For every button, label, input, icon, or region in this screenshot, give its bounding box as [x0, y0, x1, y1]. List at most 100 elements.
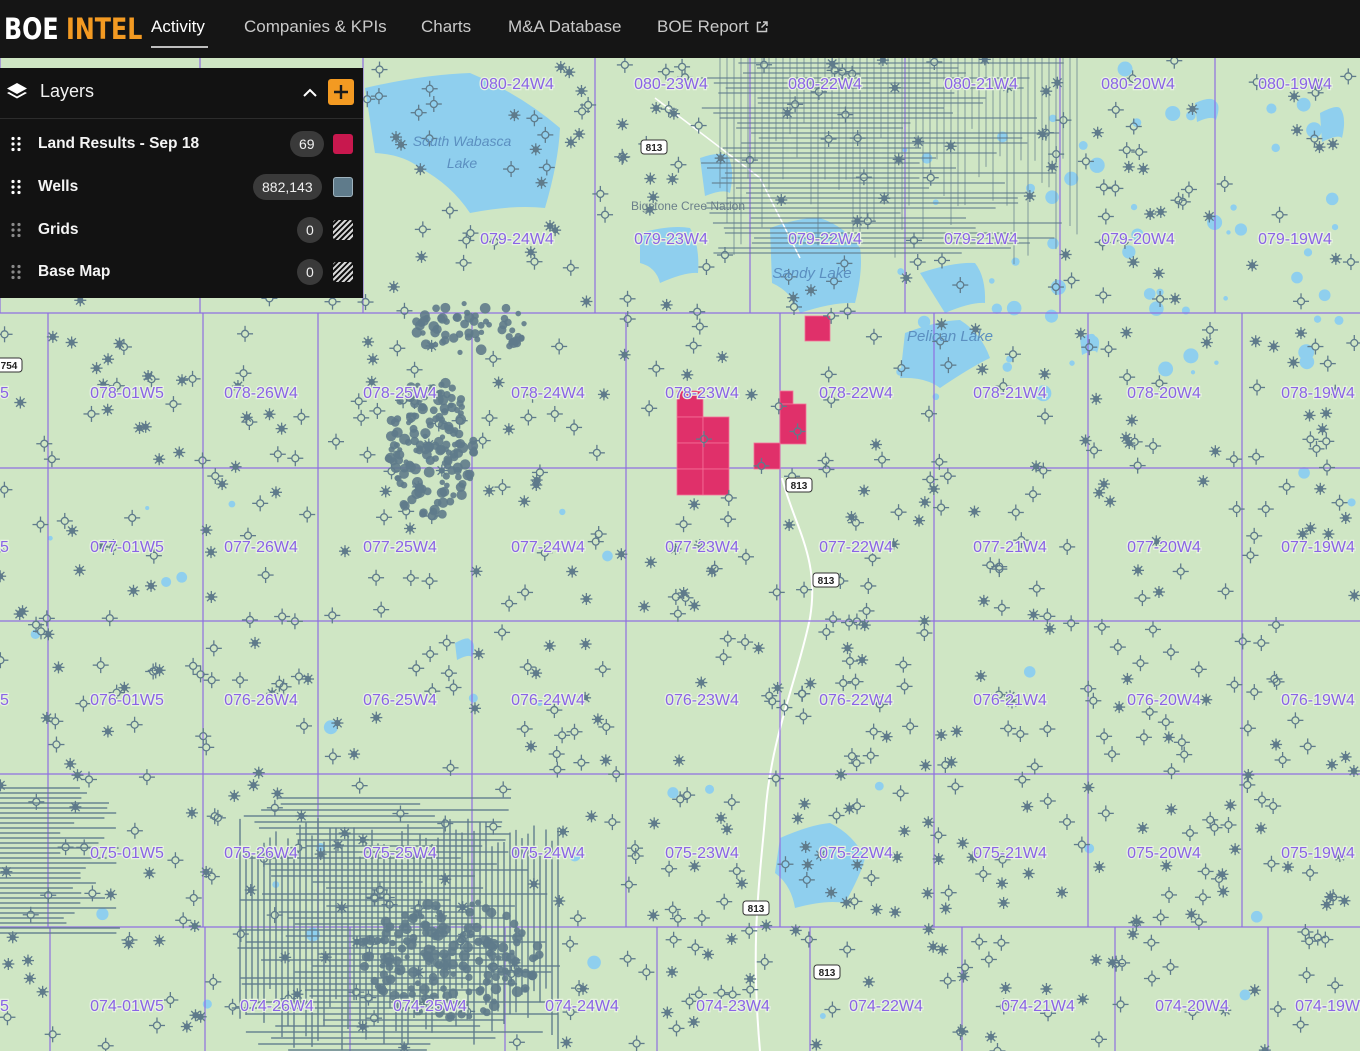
well-dot — [1322, 410, 1330, 417]
well-dot — [651, 820, 658, 827]
well-dot — [1212, 448, 1219, 455]
gas-well-icon — [745, 388, 758, 401]
well-dot — [728, 935, 735, 943]
well-dot — [69, 527, 76, 534]
gas-well-icon — [976, 363, 989, 376]
well-dot — [473, 568, 480, 575]
well-dot — [794, 815, 801, 822]
well-dot — [207, 548, 215, 556]
gas-well-icon — [1121, 672, 1134, 685]
gas-well-icon — [1303, 409, 1316, 422]
gas-well-icon — [845, 510, 858, 523]
well-dot — [980, 597, 988, 605]
well-dot — [1316, 143, 1323, 151]
well-dot — [675, 757, 683, 764]
land-result-parcel[interactable] — [779, 390, 794, 405]
well-dot — [5, 960, 12, 968]
well-dot — [1328, 761, 1336, 768]
gas-well-icon — [1313, 141, 1326, 154]
gas-well-icon — [139, 420, 152, 433]
gas-well-icon — [66, 524, 79, 537]
pond — [1271, 143, 1280, 153]
pond — [667, 787, 679, 799]
pond — [1266, 103, 1277, 114]
well-dot — [373, 714, 380, 721]
land-result-parcel[interactable] — [702, 442, 730, 470]
well-dot — [104, 728, 112, 735]
gas-well-icon — [1270, 738, 1283, 751]
land-result-parcel[interactable] — [676, 468, 704, 496]
gas-well-icon — [616, 118, 629, 131]
pond — [1002, 362, 1013, 372]
gas-well-icon — [1152, 585, 1165, 598]
well-dot — [1046, 625, 1054, 632]
well-dot — [156, 667, 163, 674]
well-dot — [546, 642, 553, 650]
gas-well-icon — [249, 636, 262, 649]
gas-well-icon — [1338, 894, 1351, 907]
well-dot — [231, 792, 238, 800]
well-dot — [418, 253, 425, 260]
pond — [1165, 105, 1181, 122]
gas-well-icon — [1249, 335, 1262, 348]
gas-well-icon — [950, 725, 963, 738]
pond — [874, 781, 884, 791]
well-dot — [1245, 771, 1252, 779]
gas-well-icon — [379, 485, 392, 498]
land-result-parcel[interactable] — [804, 315, 831, 342]
well-dot — [1093, 395, 1100, 403]
well-dot — [1100, 480, 1108, 488]
gas-well-icon — [356, 1020, 369, 1033]
pond — [1318, 289, 1331, 302]
well-dot — [533, 481, 540, 489]
gas-well-icon — [1023, 190, 1036, 203]
well-dot — [274, 790, 281, 797]
gas-well-icon — [650, 102, 663, 115]
well-dot — [156, 456, 163, 463]
well-dot — [1272, 741, 1280, 748]
gas-well-icon — [566, 565, 579, 578]
well-dot — [567, 139, 575, 146]
well-dot — [755, 645, 762, 652]
well-dot — [532, 669, 540, 677]
gas-well-icon — [23, 972, 36, 985]
well-dot — [1350, 767, 1358, 775]
gas-well-icon — [1185, 908, 1198, 921]
well-dot — [191, 922, 198, 930]
gas-well-icon — [390, 131, 403, 144]
well-dot — [653, 104, 660, 112]
gas-well-icon — [173, 446, 186, 459]
gas-well-icon — [1246, 259, 1259, 272]
well-dot — [1030, 611, 1037, 618]
gas-well-icon — [787, 291, 800, 304]
well-dot — [1200, 478, 1207, 485]
gas-well-icon — [760, 919, 773, 932]
land-result-parcel[interactable] — [676, 442, 704, 470]
gas-well-icon — [1036, 128, 1049, 141]
well-dot — [251, 639, 259, 647]
gas-well-icon — [799, 840, 812, 853]
well-dot — [922, 762, 929, 769]
well-dot — [43, 714, 50, 722]
well-dot — [848, 513, 855, 521]
well-dot — [1252, 338, 1259, 345]
well-dot — [232, 463, 239, 470]
well-dot — [304, 675, 312, 683]
well-dot — [392, 133, 400, 141]
gas-well-icon — [502, 423, 515, 436]
pond — [1006, 355, 1013, 363]
well-dot — [1079, 996, 1086, 1003]
well-dot — [278, 425, 285, 432]
well-dot — [998, 880, 1006, 887]
land-result-parcel[interactable] — [779, 403, 807, 445]
pond — [1298, 467, 1310, 479]
gas-well-icon — [1200, 336, 1213, 349]
gas-well-icon — [1090, 392, 1103, 405]
land-result-parcel[interactable] — [702, 468, 730, 496]
gas-well-icon — [900, 271, 913, 284]
well-dot — [925, 926, 932, 933]
well-dot — [844, 644, 851, 652]
well-dot — [1284, 863, 1292, 871]
gas-well-icon — [1079, 434, 1092, 447]
gas-well-icon — [1144, 207, 1157, 220]
